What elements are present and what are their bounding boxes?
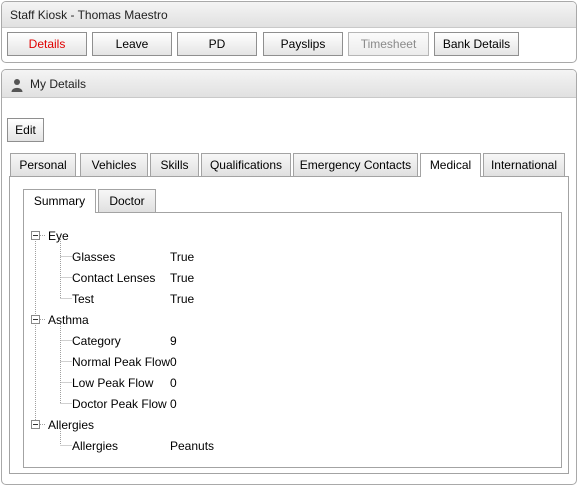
tree-label-normal-peak-flow: Normal Peak Flow: [72, 355, 171, 369]
my-details-header: My Details: [2, 70, 576, 98]
summary-tree: Eye Glasses True Contact Lenses True Tes…: [23, 212, 562, 468]
tree-label-contact-lenses: Contact Lenses: [72, 271, 156, 285]
medical-tab-content: Summary Doctor Eye Glasses True Contact …: [9, 176, 569, 474]
tree-node-asthma: Asthma: [48, 313, 89, 327]
collapse-asthma-icon[interactable]: [31, 315, 40, 324]
details-button[interactable]: Details: [7, 32, 87, 56]
tab-qualifications[interactable]: Qualifications: [201, 153, 291, 176]
tab-personal[interactable]: Personal: [10, 153, 76, 176]
tree-value-normal-peak-flow: 0: [170, 355, 177, 369]
tab-emergency-contacts[interactable]: Emergency Contacts: [293, 153, 418, 176]
collapse-allergies-icon[interactable]: [31, 420, 40, 429]
tab-international[interactable]: International: [483, 153, 565, 176]
bank-details-button[interactable]: Bank Details: [434, 32, 519, 56]
tree-value-contact-lenses: True: [170, 271, 195, 285]
window-title: Staff Kiosk - Thomas Maestro: [2, 2, 576, 28]
tree-value-glasses: True: [170, 250, 195, 264]
tree-label-low-peak-flow: Low Peak Flow: [72, 376, 154, 390]
tree-value-test: True: [170, 292, 195, 306]
tree-node-eye: Eye: [48, 229, 69, 243]
payslips-button[interactable]: Payslips: [263, 32, 343, 56]
subtab-doctor[interactable]: Doctor: [98, 189, 156, 212]
tree-value-allergies: Peanuts: [170, 439, 215, 453]
subtab-summary[interactable]: Summary: [23, 189, 96, 213]
my-details-panel: My Details Edit Personal Vehicles Skills…: [1, 69, 577, 485]
tree-label-glasses: Glasses: [72, 250, 116, 264]
tree-label-test: Test: [72, 292, 95, 306]
tab-vehicles[interactable]: Vehicles: [80, 153, 148, 176]
collapse-eye-icon[interactable]: [31, 231, 40, 240]
tree-label-allergies: Allergies: [72, 439, 119, 453]
tab-skills[interactable]: Skills: [150, 153, 199, 176]
person-icon: [11, 79, 23, 92]
staff-kiosk-panel: Staff Kiosk - Thomas Maestro Details Lea…: [1, 1, 577, 63]
tree-value-doctor-peak-flow: 0: [170, 397, 177, 411]
leave-button[interactable]: Leave: [92, 32, 172, 56]
tree-label-category: Category: [72, 334, 121, 348]
timesheet-button[interactable]: Timesheet: [348, 32, 429, 56]
my-details-title: My Details: [30, 77, 87, 91]
tree-value-category: 9: [170, 334, 177, 348]
tree-value-low-peak-flow: 0: [170, 376, 177, 390]
tab-medical[interactable]: Medical: [420, 153, 481, 177]
edit-button[interactable]: Edit: [7, 118, 44, 142]
tree-node-allergies: Allergies: [48, 418, 95, 432]
tree-label-doctor-peak-flow: Doctor Peak Flow: [72, 397, 167, 411]
pd-button[interactable]: PD: [177, 32, 257, 56]
